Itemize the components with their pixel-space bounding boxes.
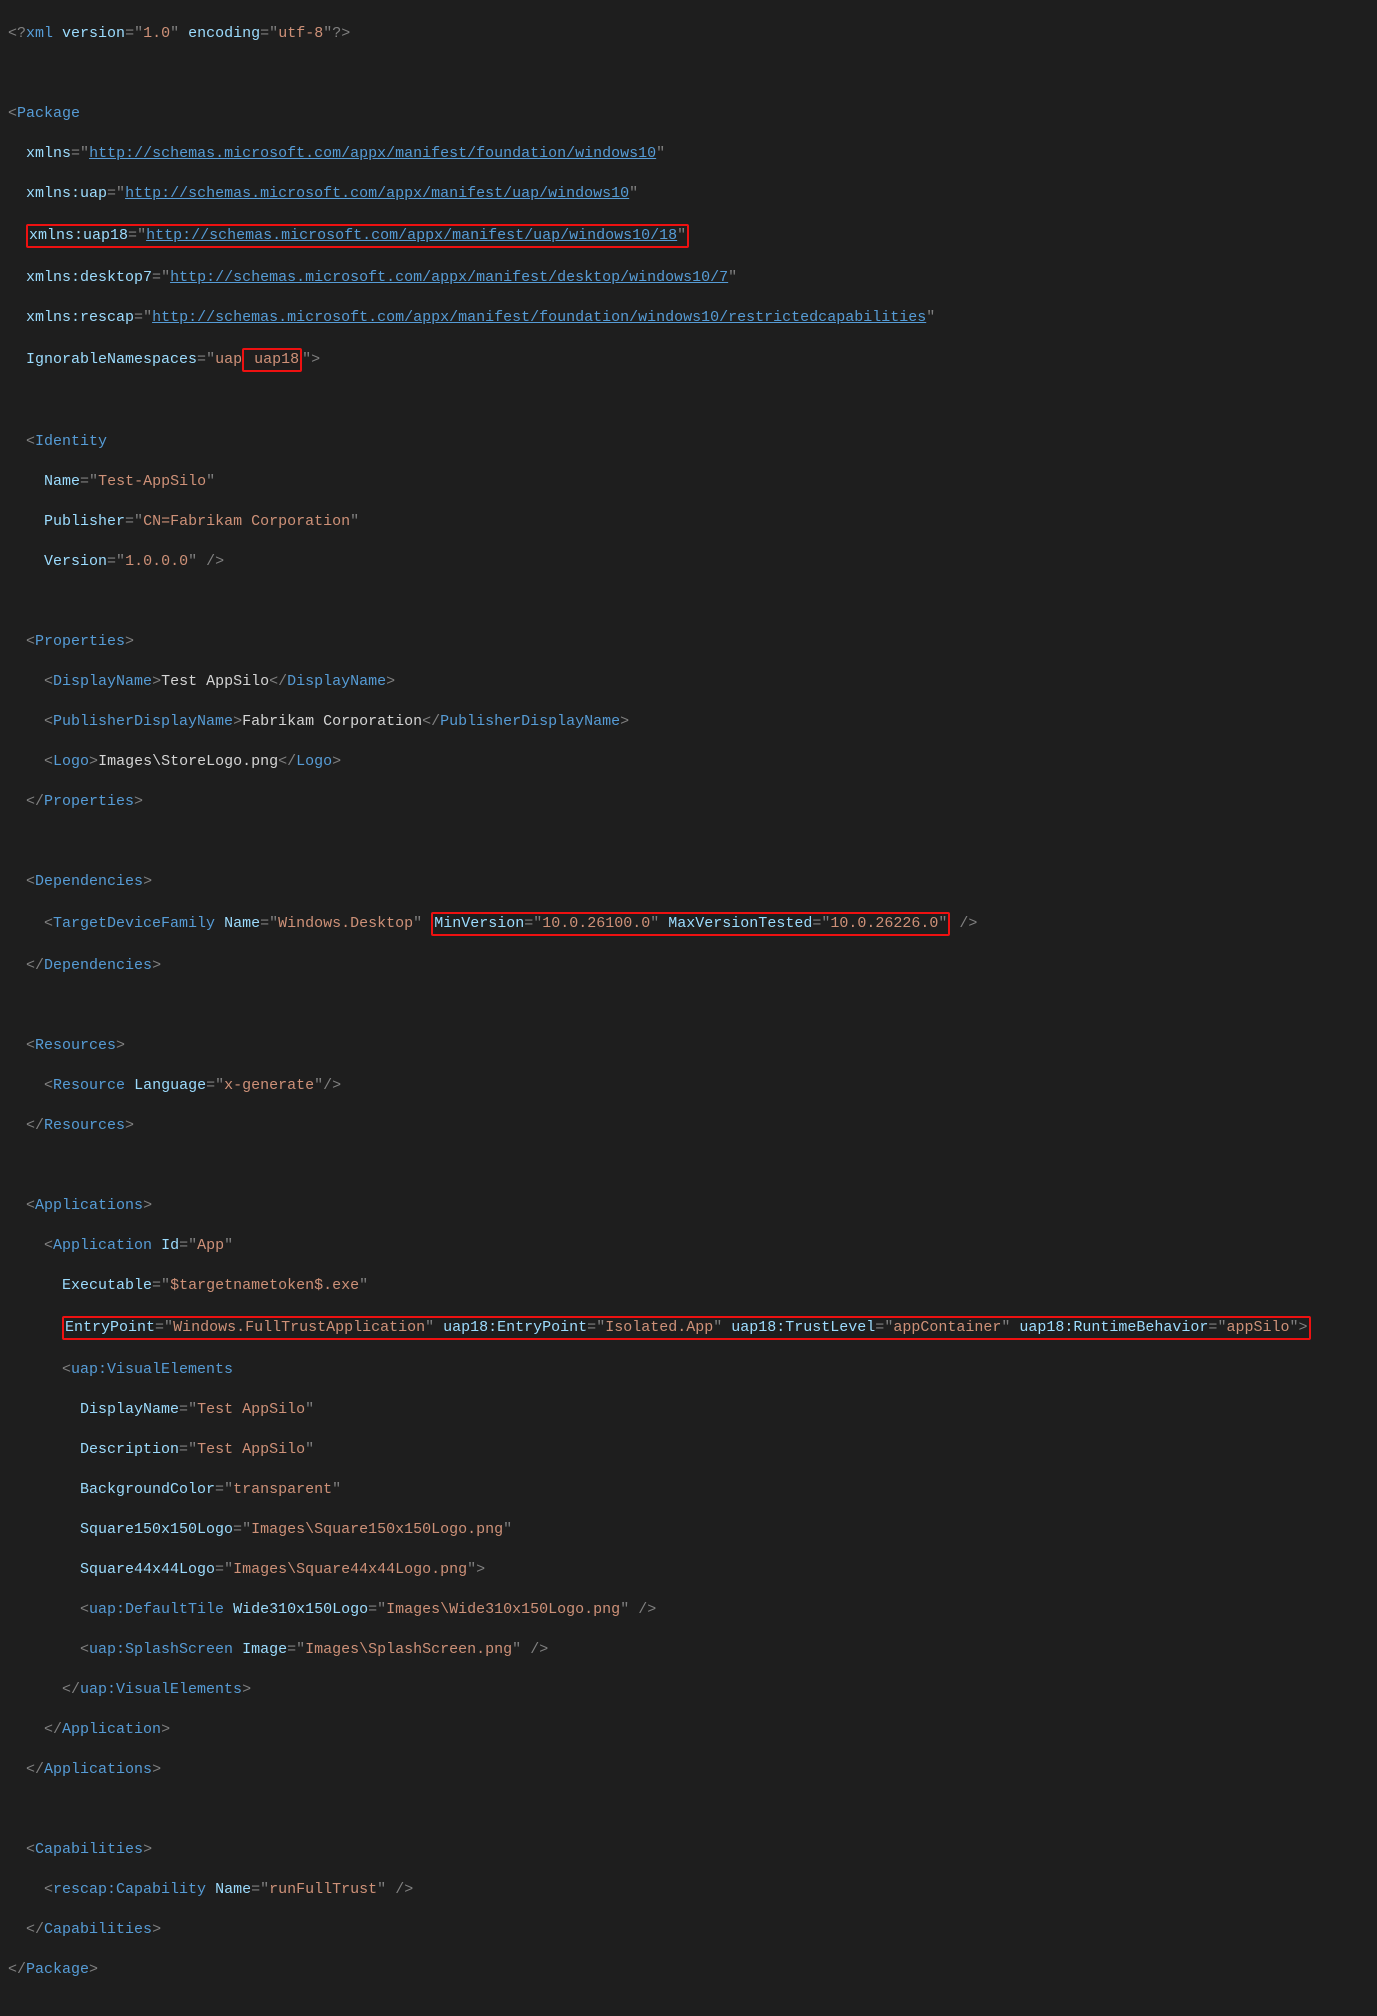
ve-displayname: DisplayName="Test AppSilo" [8, 1400, 1369, 1420]
package-close: </Package> [8, 1960, 1369, 1980]
xmlns-uap: xmlns:uap="http://schemas.microsoft.com/… [8, 184, 1369, 204]
applications-open: <Applications> [8, 1196, 1369, 1216]
application-entrypoint-highlighted: EntryPoint="Windows.FullTrustApplication… [8, 1316, 1369, 1340]
default-tile: <uap:DefaultTile Wide310x150Logo="Images… [8, 1600, 1369, 1620]
xmlns-rescap: xmlns:rescap="http://schemas.microsoft.c… [8, 308, 1369, 328]
applications-close: </Applications> [8, 1760, 1369, 1780]
xml-declaration: <?xml version="1.0" encoding="utf-8"?> [8, 24, 1369, 44]
target-device-family: <TargetDeviceFamily Name="Windows.Deskto… [8, 912, 1369, 936]
resources-open: <Resources> [8, 1036, 1369, 1056]
properties-close: </Properties> [8, 792, 1369, 812]
identity-version: Version="1.0.0.0" /> [8, 552, 1369, 572]
rescap-capability: <rescap:Capability Name="runFullTrust" /… [8, 1880, 1369, 1900]
dependencies-close: </Dependencies> [8, 956, 1369, 976]
capabilities-open: <Capabilities> [8, 1840, 1369, 1860]
application-close: </Application> [8, 1720, 1369, 1740]
ve-sq150: Square150x150Logo="Images\Square150x150L… [8, 1520, 1369, 1540]
splash-screen: <uap:SplashScreen Image="Images\SplashSc… [8, 1640, 1369, 1660]
ignorable-namespaces: IgnorableNamespaces="uap uap18"> [8, 348, 1369, 372]
ve-description: Description="Test AppSilo" [8, 1440, 1369, 1460]
capabilities-close: </Capabilities> [8, 1920, 1369, 1940]
application-executable: Executable="$targetnametoken$.exe" [8, 1276, 1369, 1296]
code-editor: <?xml version="1.0" encoding="utf-8"?> <… [0, 0, 1377, 2016]
xmlns-default: xmlns="http://schemas.microsoft.com/appx… [8, 144, 1369, 164]
identity-publisher: Publisher="CN=Fabrikam Corporation" [8, 512, 1369, 532]
identity-name: Name="Test-AppSilo" [8, 472, 1369, 492]
resource: <Resource Language="x-generate"/> [8, 1076, 1369, 1096]
ve-bgcolor: BackgroundColor="transparent" [8, 1480, 1369, 1500]
ve-sq44: Square44x44Logo="Images\Square44x44Logo.… [8, 1560, 1369, 1580]
xmlns-desktop7: xmlns:desktop7="http://schemas.microsoft… [8, 268, 1369, 288]
properties-publisherdisplayname: <PublisherDisplayName>Fabrikam Corporati… [8, 712, 1369, 732]
visual-elements-open: <uap:VisualElements [8, 1360, 1369, 1380]
properties-logo: <Logo>Images\StoreLogo.png</Logo> [8, 752, 1369, 772]
dependencies-open: <Dependencies> [8, 872, 1369, 892]
properties-displayname: <DisplayName>Test AppSilo</DisplayName> [8, 672, 1369, 692]
xmlns-uap18-highlighted: xmlns:uap18="http://schemas.microsoft.co… [8, 224, 1369, 248]
properties-open: <Properties> [8, 632, 1369, 652]
package-open: <Package [8, 104, 1369, 124]
resources-close: </Resources> [8, 1116, 1369, 1136]
application-open: <Application Id="App" [8, 1236, 1369, 1256]
identity-open: <Identity [8, 432, 1369, 452]
visual-elements-close: </uap:VisualElements> [8, 1680, 1369, 1700]
